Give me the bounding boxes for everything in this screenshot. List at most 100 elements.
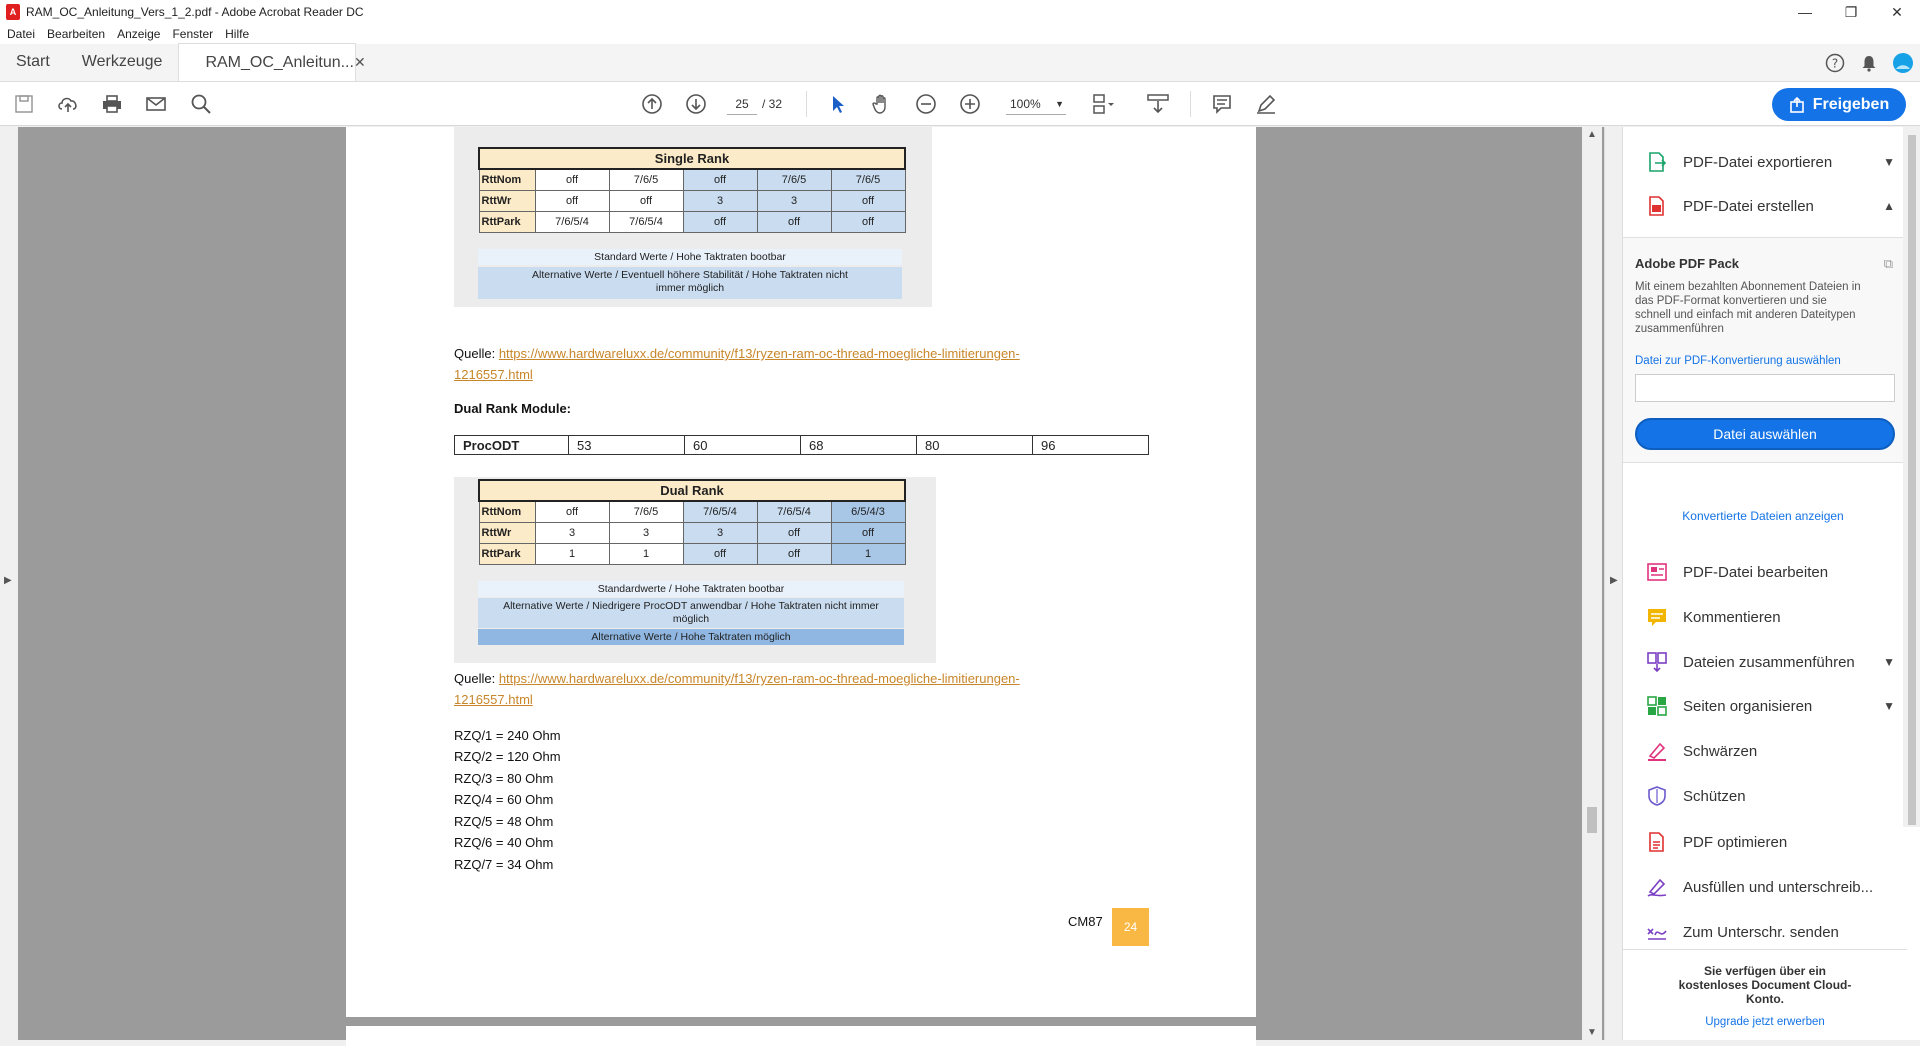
- menu-hilfe[interactable]: Hilfe: [225, 27, 249, 41]
- document-scrollbar[interactable]: ▲ ▼: [1582, 127, 1602, 1040]
- tools-pane-scrollbar[interactable]: [1903, 127, 1920, 827]
- converted-files-link[interactable]: Konvertierte Dateien anzeigen: [1605, 509, 1920, 523]
- dual-rank-heading: Dual Rank Module:: [454, 401, 572, 416]
- send-for-signature-item[interactable]: Zum Unterschr. senden: [1645, 914, 1895, 950]
- menu-datei[interactable]: Datei: [7, 27, 35, 41]
- title-bar: A RAM_OC_Anleitung_Vers_1_2.pdf - Adobe …: [0, 0, 1920, 24]
- copy-icon[interactable]: ⧉: [1884, 256, 1893, 272]
- scroll-down-icon[interactable]: ▼: [1587, 1027, 1597, 1038]
- procodt-table: ProcODT 53 60 68 80 96: [454, 435, 1149, 455]
- share-button[interactable]: Freigeben: [1772, 88, 1906, 121]
- expand-left-icon: ▶: [4, 575, 12, 586]
- combine-files-item[interactable]: Dateien zusammenführen ▼: [1645, 644, 1895, 680]
- table-row: RttNom off 7/6/5 7/6/5/4 7/6/5/4 6/5/4/3: [478, 500, 906, 523]
- scrollbar-thumb[interactable]: [1587, 807, 1597, 833]
- pdf-pack-panel: Adobe PDF Pack ⧉ Mit einem bezahlten Abo…: [1623, 237, 1907, 463]
- source-link-cont[interactable]: 1216557.html: [454, 367, 533, 382]
- hand-tool-icon[interactable]: [868, 90, 896, 118]
- email-icon[interactable]: [142, 90, 170, 118]
- cell: off: [830, 189, 906, 212]
- collapse-right-pane[interactable]: ▶: [1605, 127, 1623, 1040]
- page-total: / 32: [762, 97, 783, 111]
- cell: 3: [756, 189, 832, 212]
- scroll-up-icon[interactable]: ▲: [1587, 129, 1597, 140]
- notification-bell-icon[interactable]: [1852, 46, 1886, 80]
- comment-icon[interactable]: [1208, 90, 1236, 118]
- fill-sign-item[interactable]: Ausfüllen und unterschreib...: [1645, 869, 1895, 905]
- cell: 3: [534, 521, 610, 544]
- select-file-button[interactable]: Datei auswählen: [1635, 418, 1895, 450]
- procodt-label: ProcODT: [454, 435, 569, 455]
- edit-pdf-item[interactable]: PDF-Datei bearbeiten: [1645, 554, 1895, 590]
- pack-title: Adobe PDF Pack: [1635, 256, 1740, 271]
- combine-files-icon: [1645, 650, 1669, 674]
- cell: 53: [568, 435, 685, 455]
- cell: 80: [916, 435, 1033, 455]
- organize-pages-item[interactable]: Seiten organisieren ▼: [1645, 688, 1895, 724]
- cloud-upload-icon[interactable]: [54, 90, 82, 118]
- optimize-pdf-icon: [1645, 830, 1669, 854]
- create-pdf-icon: [1645, 194, 1669, 218]
- export-pdf-item[interactable]: PDF-Datei exportieren ▼: [1645, 144, 1895, 180]
- tabbar-icons: ?: [1818, 44, 1920, 82]
- source-link[interactable]: https://www.hardwareluxx.de/community/f1…: [499, 671, 1020, 686]
- table-row: RttWr off off 3 3 off: [478, 189, 906, 212]
- close-window-button[interactable]: ✕: [1874, 0, 1920, 24]
- page-display-icon[interactable]: [1090, 90, 1118, 118]
- page-number-input[interactable]: 25: [727, 93, 757, 115]
- search-icon[interactable]: [187, 90, 215, 118]
- menu-bar: Datei Bearbeiten Anzeige Fenster Hilfe: [0, 24, 1920, 44]
- single-rank-image: Single Rank RttNom off 7/6/5 off 7/6/5 7…: [454, 127, 932, 307]
- account-avatar-icon[interactable]: [1886, 46, 1920, 80]
- legend-alternative: Alternative Werte / Eventuell höhere Sta…: [478, 267, 902, 299]
- protect-item[interactable]: Schützen: [1645, 778, 1895, 814]
- left-panel-toggle[interactable]: ▶: [0, 127, 18, 1040]
- tab-tools[interactable]: Werkzeuge: [66, 43, 179, 81]
- tab-start[interactable]: Start: [0, 43, 66, 81]
- source-2: Quelle: https://www.hardwareluxx.de/comm…: [454, 668, 1134, 710]
- cell: 7/6/5/4: [608, 210, 684, 233]
- edit-pdf-label: PDF-Datei bearbeiten: [1683, 563, 1829, 581]
- help-icon[interactable]: ?: [1818, 46, 1852, 80]
- pack-description: Mit einem bezahlten Abonnement Dateien i…: [1635, 281, 1861, 335]
- select-cursor-icon[interactable]: [824, 90, 852, 118]
- rzq-line: RZQ/1 = 240 Ohm: [454, 728, 561, 743]
- document-viewport[interactable]: ▶ Single Rank RttNom off 7/6/5 off 7/6/5…: [0, 127, 1604, 1046]
- tab-close-button[interactable]: ✕: [354, 54, 366, 71]
- source-link-cont[interactable]: 1216557.html: [454, 692, 533, 707]
- optimize-pdf-item[interactable]: PDF optimieren: [1645, 824, 1895, 860]
- redact-icon: [1645, 739, 1669, 763]
- collapse-right-icon: ▶: [1610, 575, 1618, 586]
- source-link[interactable]: https://www.hardwareluxx.de/community/f1…: [499, 346, 1020, 361]
- highlight-pen-icon[interactable]: [1252, 90, 1280, 118]
- comment-item[interactable]: Kommentieren: [1645, 599, 1895, 635]
- cell: 7/6/5/4: [682, 500, 758, 523]
- menu-bearbeiten[interactable]: Bearbeiten: [47, 27, 105, 41]
- print-icon[interactable]: [98, 90, 126, 118]
- create-pdf-item[interactable]: PDF-Datei erstellen ▲: [1645, 188, 1895, 224]
- menu-fenster[interactable]: Fenster: [172, 27, 213, 41]
- maximize-button[interactable]: ❐: [1828, 0, 1874, 24]
- cell: 7/6/5: [756, 168, 832, 191]
- cell: 7/6/5: [608, 168, 684, 191]
- zoom-in-icon[interactable]: [956, 90, 984, 118]
- redact-item[interactable]: Schwärzen: [1645, 733, 1895, 769]
- file-input-field[interactable]: [1635, 374, 1895, 402]
- create-pdf-label: PDF-Datei erstellen: [1683, 197, 1814, 215]
- rzq-line: RZQ/5 = 48 Ohm: [454, 814, 554, 829]
- tab-document[interactable]: RAM_OC_Anleitun... ✕: [178, 43, 366, 81]
- minimize-button[interactable]: —: [1782, 0, 1828, 24]
- upgrade-link[interactable]: Upgrade jetzt erwerben: [1623, 1016, 1907, 1028]
- tools-pane-scroll-thumb[interactable]: [1908, 135, 1916, 825]
- next-pdf-page: [346, 1026, 1256, 1046]
- zoom-select[interactable]: 100% ▼: [1006, 93, 1066, 115]
- comment-tool-icon: [1645, 605, 1669, 629]
- save-icon[interactable]: [10, 90, 38, 118]
- next-page-icon[interactable]: [682, 90, 710, 118]
- scroll-mode-icon[interactable]: [1144, 90, 1172, 118]
- previous-page-icon[interactable]: [638, 90, 666, 118]
- cell: 1: [534, 542, 610, 565]
- organize-pages-icon: [1645, 694, 1669, 718]
- zoom-out-icon[interactable]: [912, 90, 940, 118]
- menu-anzeige[interactable]: Anzeige: [117, 27, 160, 41]
